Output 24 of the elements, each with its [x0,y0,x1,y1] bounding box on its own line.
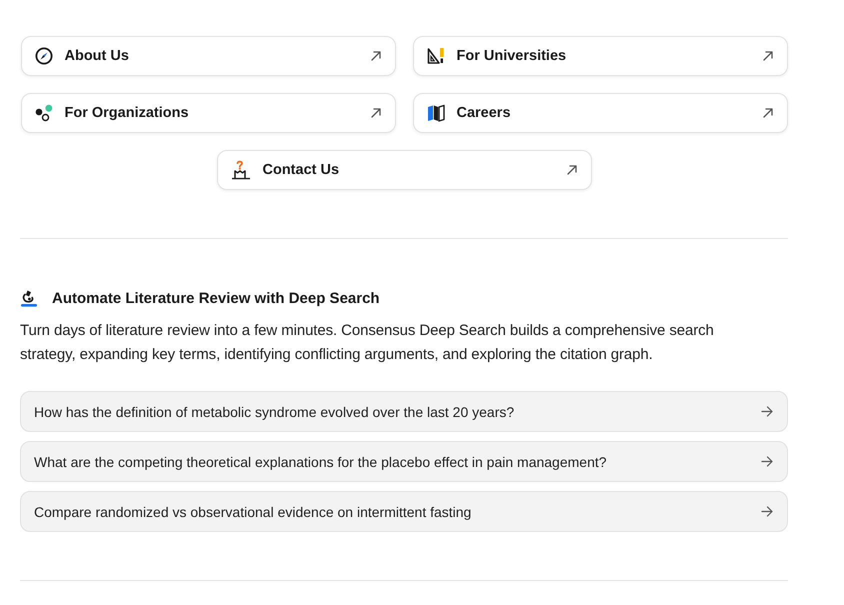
arrow-right-icon [761,406,773,417]
set-square-pencil-icon [426,47,444,65]
arrow-up-right-icon [762,51,772,61]
section-heading: Automate Literature Review with Deep Search [52,290,380,306]
page-link[interactable]: Careers [412,93,788,133]
map-icon [426,104,444,122]
page-link[interactable]: For Organizations [20,93,396,133]
arrow-right-icon [761,456,773,467]
page-link[interactable]: Contact Us [216,150,592,190]
page-link[interactable]: For Universities [412,36,788,76]
arrow-up-right-icon [566,165,576,175]
example-query-button[interactable]: Compare randomized vs observational evidence on intermittent fasting [20,491,788,532]
question-box-icon [230,160,250,180]
arrow-right-icon [761,506,773,517]
compass-icon [34,47,52,65]
microscope-icon [20,289,38,307]
page-link[interactable]: About Us [20,36,396,76]
arrow-up-right-icon [370,51,380,61]
arrow-up-right-icon [762,108,772,118]
dots-icon [34,104,52,122]
section-description: Turn days of literature review into a few minutes. Consensus Deep Search builds a comprehensive search strategy, expanding key terms, identifying conflicting arguments, and exploring the citation graph. [20,321,715,365]
example-query-button[interactable]: What are the competing theoretical explanations for the placebo effect in pain management? [20,441,788,482]
example-query-button[interactable]: How has the definition of metabolic syndrome evolved over the last 20 years? [20,391,788,432]
arrow-up-right-icon [370,108,380,118]
